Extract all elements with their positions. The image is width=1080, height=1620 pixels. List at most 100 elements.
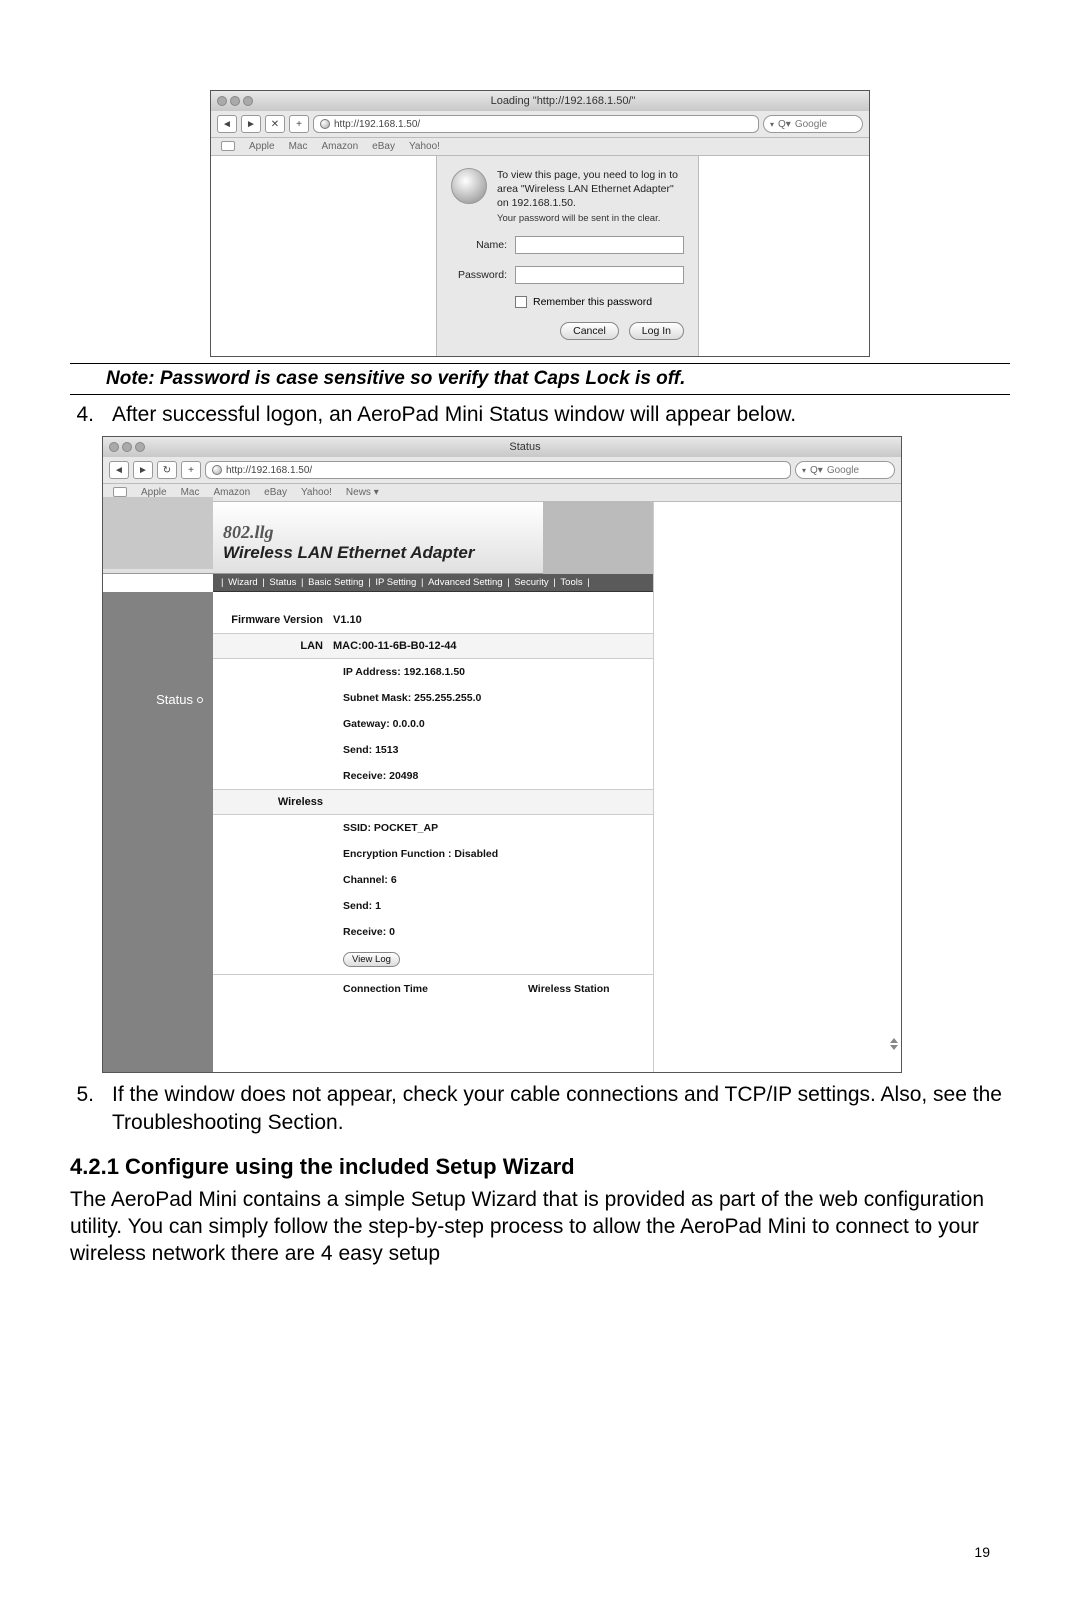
remember-label: Remember this password bbox=[533, 296, 652, 308]
bookmarks-bar: Apple Mac Amazon eBay Yahoo! bbox=[211, 138, 869, 156]
add-bookmark-button[interactable]: + bbox=[289, 115, 309, 133]
search-placeholder: Google bbox=[795, 119, 827, 130]
step-5: 5. If the window does not appear, check … bbox=[70, 1081, 1010, 1136]
scroll-down-icon[interactable] bbox=[890, 1045, 898, 1050]
close-icon[interactable] bbox=[109, 442, 119, 452]
zoom-icon[interactable] bbox=[135, 442, 145, 452]
wireless-section-label: Wireless bbox=[213, 796, 333, 808]
name-label: Name: bbox=[451, 239, 507, 251]
note-text: Note: Password is case sensitive so veri… bbox=[70, 368, 1010, 390]
login-button[interactable]: Log In bbox=[629, 322, 684, 340]
lan-ip: IP Address: 192.168.1.50 bbox=[213, 666, 653, 678]
forward-button[interactable]: ► bbox=[241, 115, 261, 133]
back-button[interactable]: ◄ bbox=[109, 461, 129, 479]
view-log-button[interactable]: View Log bbox=[343, 952, 400, 967]
forward-button[interactable]: ► bbox=[133, 461, 153, 479]
banner-photo-left bbox=[103, 497, 213, 569]
menu-advanced[interactable]: Advanced Setting bbox=[426, 577, 504, 588]
search-placeholder: Google bbox=[827, 465, 859, 476]
zoom-icon[interactable] bbox=[243, 96, 253, 106]
bookmark-link[interactable]: eBay bbox=[372, 141, 395, 152]
wifi-encryption: Encryption Function : Disabled bbox=[213, 848, 653, 860]
menu-basic[interactable]: Basic Setting bbox=[306, 577, 365, 588]
stop-button[interactable]: ✕ bbox=[265, 115, 285, 133]
lan-subnet: Subnet Mask: 255.255.255.0 bbox=[213, 692, 653, 704]
scroll-up-icon[interactable] bbox=[890, 1038, 898, 1043]
bookmarks-icon[interactable] bbox=[221, 141, 235, 151]
wifi-ssid: SSID: POCKET_AP bbox=[213, 822, 653, 834]
firmware-value: V1.10 bbox=[333, 614, 653, 626]
lan-gateway: Gateway: 0.0.0.0 bbox=[213, 718, 653, 730]
close-icon[interactable] bbox=[217, 96, 227, 106]
search-field[interactable]: ▾ Q▾ Google bbox=[763, 115, 863, 133]
site-icon bbox=[320, 119, 330, 129]
minimize-icon[interactable] bbox=[122, 442, 132, 452]
remember-password-row[interactable]: Remember this password bbox=[515, 296, 684, 308]
site-icon bbox=[212, 465, 222, 475]
menu-tools[interactable]: Tools bbox=[558, 577, 584, 588]
address-bar[interactable]: http://192.168.1.50/ bbox=[313, 115, 759, 133]
bookmark-link[interactable]: Yahoo! bbox=[409, 141, 440, 152]
add-bookmark-button[interactable]: + bbox=[181, 461, 201, 479]
bookmarks-icon[interactable] bbox=[113, 487, 127, 497]
minimize-icon[interactable] bbox=[230, 96, 240, 106]
browser-toolbar: ◄ ► ↻ + http://192.168.1.50/ ▾ Q▾ Google bbox=[103, 457, 901, 484]
step-4: 4. After successful logon, an AeroPad Mi… bbox=[70, 401, 1010, 428]
bookmark-link[interactable]: Mac bbox=[289, 141, 308, 152]
bookmark-link[interactable]: Apple bbox=[249, 141, 275, 152]
banner-line1: 802.llg bbox=[223, 522, 474, 543]
status-content: Firmware Version V1.10 LAN MAC:00-11-6B-… bbox=[213, 592, 653, 1072]
section-heading: 4.2.1 Configure using the included Setup… bbox=[70, 1154, 1010, 1180]
wifi-channel: Channel: 6 bbox=[213, 874, 653, 886]
wifi-send: Send: 1 bbox=[213, 900, 653, 912]
browser-toolbar: ◄ ► ✕ + http://192.168.1.50/ ▾ Q▾ Google bbox=[211, 111, 869, 138]
url-text: http://192.168.1.50/ bbox=[334, 119, 420, 130]
section-body: The AeroPad Mini contains a simple Setup… bbox=[70, 1186, 1010, 1268]
connection-time-label: Connection Time bbox=[343, 983, 428, 995]
banner-photo-right bbox=[543, 502, 653, 574]
cancel-button[interactable]: Cancel bbox=[560, 322, 619, 340]
status-blank-right bbox=[653, 502, 901, 1072]
search-field[interactable]: ▾ Q▾ Google bbox=[795, 461, 895, 479]
traffic-lights bbox=[109, 442, 145, 452]
lan-send: Send: 1513 bbox=[213, 744, 653, 756]
url-text: http://192.168.1.50/ bbox=[226, 465, 312, 476]
wireless-station-label: Wireless Station bbox=[528, 983, 610, 995]
bookmark-link[interactable]: News ▾ bbox=[346, 487, 379, 498]
password-input[interactable] bbox=[515, 266, 684, 284]
search-icon: Q▾ bbox=[778, 119, 791, 130]
login-warning: Your password will be sent in the clear. bbox=[497, 213, 684, 224]
remember-checkbox[interactable] bbox=[515, 296, 527, 308]
address-bar[interactable]: http://192.168.1.50/ bbox=[205, 461, 791, 479]
login-blank-left bbox=[211, 156, 436, 356]
product-banner: 802.llg Wireless LAN Ethernet Adapter bbox=[103, 502, 653, 574]
lan-mac: MAC:00-11-6B-B0-12-44 bbox=[333, 640, 653, 652]
search-menu-icon: ▾ bbox=[770, 120, 774, 129]
bookmark-link[interactable]: eBay bbox=[264, 487, 287, 498]
step-number: 4. bbox=[70, 401, 94, 428]
menu-status[interactable]: Status bbox=[267, 577, 298, 588]
banner-line2: Wireless LAN Ethernet Adapter bbox=[223, 543, 474, 563]
bookmark-link[interactable]: Yahoo! bbox=[301, 487, 332, 498]
back-button[interactable]: ◄ bbox=[217, 115, 237, 133]
login-blank-right bbox=[699, 156, 869, 356]
name-input[interactable] bbox=[515, 236, 684, 254]
login-dialog: To view this page, you need to log in to… bbox=[436, 156, 699, 356]
menu-security[interactable]: Security bbox=[512, 577, 550, 588]
menu-ip[interactable]: IP Setting bbox=[373, 577, 418, 588]
step-text: After successful logon, an AeroPad Mini … bbox=[112, 401, 1010, 428]
scrollbar[interactable] bbox=[889, 1038, 899, 1068]
window-titlebar: Status bbox=[103, 437, 901, 457]
firmware-label: Firmware Version bbox=[213, 614, 333, 626]
bookmark-link[interactable]: Amazon bbox=[213, 487, 250, 498]
lan-receive: Receive: 20498 bbox=[213, 770, 653, 782]
indicator-icon bbox=[197, 697, 203, 703]
status-screenshot: Status ◄ ► ↻ + http://192.168.1.50/ ▾ Q▾… bbox=[102, 436, 902, 1073]
safari-compass-icon bbox=[451, 168, 487, 204]
menu-wizard[interactable]: Wizard bbox=[226, 577, 260, 588]
window-titlebar: Loading "http://192.168.1.50/" bbox=[211, 91, 869, 111]
login-message: To view this page, you need to log in to… bbox=[497, 168, 684, 211]
reload-button[interactable]: ↻ bbox=[157, 461, 177, 479]
search-icon: Q▾ bbox=[810, 465, 823, 476]
bookmark-link[interactable]: Amazon bbox=[321, 141, 358, 152]
